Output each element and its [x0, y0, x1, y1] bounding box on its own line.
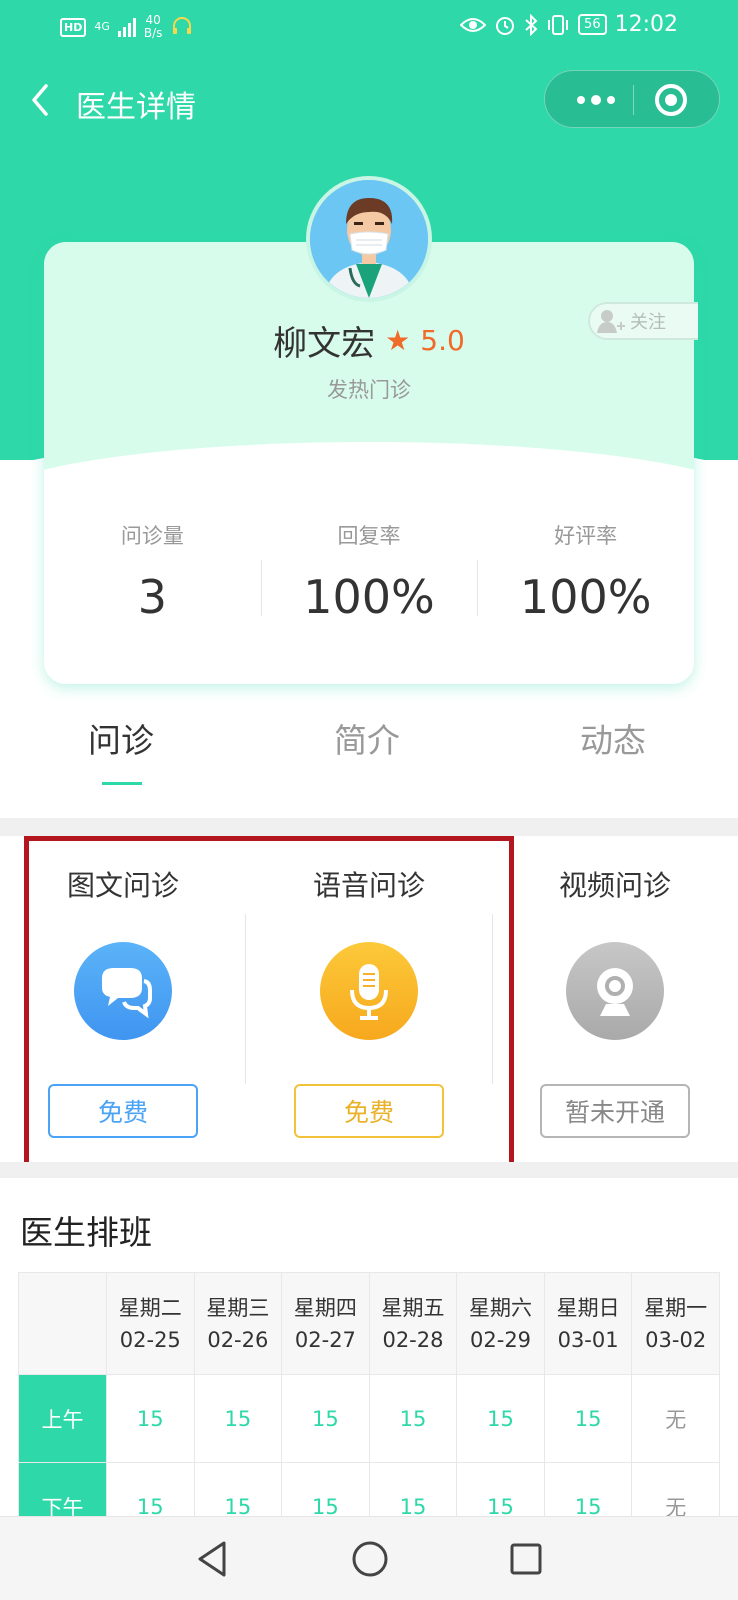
- consult-video[interactable]: 视频问诊 暂未开通: [492, 834, 738, 1164]
- stat-value: 3: [137, 570, 167, 624]
- tab-consultation[interactable]: 问诊: [88, 714, 154, 762]
- video-consult-status-button[interactable]: 暂未开通: [540, 1084, 690, 1138]
- doctor-name: 柳文宏: [273, 324, 376, 364]
- headset-icon: [173, 17, 192, 34]
- network-type: 4G: [94, 20, 110, 33]
- stat-label: 好评率: [554, 524, 618, 548]
- date: 02-29: [470, 1327, 532, 1352]
- page-title: 医生详情: [76, 90, 196, 125]
- weekday: 星期六: [469, 1295, 533, 1320]
- slot-cell[interactable]: 15: [281, 1374, 370, 1463]
- webcam-icon: [566, 942, 664, 1040]
- bluetooth-icon: [525, 13, 538, 36]
- date: 03-01: [557, 1327, 619, 1352]
- stat-value: 100%: [303, 570, 435, 624]
- stat-label: 问诊量: [120, 524, 184, 548]
- date: 02-26: [207, 1327, 269, 1352]
- doctor-rating: 5.0: [420, 324, 465, 357]
- day-header: 星期四 02-27: [281, 1272, 370, 1375]
- consult-title: 视频问诊: [558, 869, 671, 902]
- doctor-name-row: 柳文宏 ★ 5.0: [0, 316, 738, 365]
- battery-icon: 56: [578, 14, 607, 35]
- nav-bar: 医生详情: [0, 70, 738, 130]
- date: 02-25: [119, 1327, 181, 1352]
- slot-cell[interactable]: 15: [456, 1374, 545, 1463]
- close-program-button[interactable]: [655, 84, 687, 116]
- slot-cell[interactable]: 15: [543, 1374, 633, 1463]
- slot-cell[interactable]: 15: [106, 1374, 195, 1463]
- schedule-header-row: 星期二 02-25 星期三 02-26 星期四 02-27 星期五 02-28 星期六 0…: [18, 1272, 720, 1375]
- tab-active-indicator: [102, 782, 142, 785]
- chevron-left-icon: [32, 84, 48, 116]
- tab-intro[interactable]: 简介: [334, 714, 400, 762]
- schedule-corner: [18, 1272, 107, 1375]
- vibrate-icon: [548, 14, 569, 35]
- eye-icon: [460, 17, 487, 32]
- day-header: 星期三 02-26: [193, 1272, 283, 1375]
- alarm-icon: [496, 16, 515, 35]
- stat-consultations: 问诊量 3: [44, 520, 261, 630]
- date: 02-27: [294, 1327, 356, 1352]
- doctor-avatar: [306, 176, 432, 302]
- weekday: 星期一: [644, 1295, 708, 1320]
- system-navigation-bar: [0, 1516, 738, 1600]
- weekday: 星期三: [206, 1295, 270, 1320]
- status-bar: HD 4G 40 B/s 56 12:02: [0, 0, 738, 56]
- capsule-divider: [633, 85, 634, 115]
- section-divider: [0, 1162, 738, 1178]
- status-left: HD 4G 40 B/s: [60, 14, 194, 40]
- highlight-box: [24, 836, 514, 1168]
- day-header: 星期日 03-01: [543, 1272, 633, 1375]
- doctor-department: 发热门诊: [327, 378, 411, 402]
- row-label: 上午: [18, 1374, 107, 1463]
- day-header: 星期二 02-25: [106, 1272, 195, 1375]
- stat-value: 100%: [519, 570, 652, 624]
- weekday: 星期四: [293, 1295, 357, 1320]
- schedule-table: 星期二 02-25 星期三 02-26 星期四 02-27 星期五 02-28 星期六 0…: [18, 1272, 720, 1551]
- day-header: 星期一 03-02: [631, 1272, 720, 1375]
- tab-activity[interactable]: 动态: [580, 714, 646, 762]
- home-circle-icon[interactable]: [350, 1539, 390, 1579]
- back-button[interactable]: [22, 80, 62, 120]
- tab-bar: 问诊 简介 动态: [0, 706, 738, 796]
- network-speed: 40 B/s: [144, 14, 163, 40]
- stat-label: 回复率: [337, 524, 401, 548]
- stats-row: 问诊量 3 回复率 100% 好评率 100%: [44, 520, 694, 630]
- slot-cell[interactable]: 15: [193, 1374, 283, 1463]
- more-button[interactable]: [563, 71, 629, 129]
- day-header: 星期六 02-29: [456, 1272, 545, 1375]
- doctor-illustration: [310, 180, 428, 298]
- stat-reply-rate: 回复率 100%: [260, 520, 478, 630]
- clock: 12:02: [614, 12, 678, 37]
- speed-unit: B/s: [143, 26, 163, 40]
- date: 02-28: [382, 1327, 444, 1352]
- weekday: 星期日: [556, 1295, 620, 1320]
- weekday: 星期五: [381, 1295, 445, 1320]
- recents-square-icon[interactable]: [508, 1539, 544, 1579]
- day-header: 星期五 02-28: [368, 1272, 458, 1375]
- schedule-title: 医生排班: [20, 1213, 152, 1252]
- mini-program-capsule: [544, 70, 720, 128]
- hd-badge: HD: [60, 17, 87, 37]
- speed-value: 40: [145, 13, 161, 27]
- schedule-row-morning: 上午 15 15 15 15 15 15 无: [18, 1374, 720, 1463]
- star-icon: ★: [385, 324, 411, 357]
- signal-icon: [117, 17, 136, 37]
- stat-positive-rate: 好评率 100%: [477, 520, 694, 630]
- slot-cell[interactable]: 15: [368, 1374, 458, 1463]
- back-triangle-icon[interactable]: [194, 1539, 230, 1579]
- status-right: 56 12:02: [460, 12, 678, 37]
- date: 03-02: [645, 1327, 707, 1352]
- weekday: 星期二: [118, 1295, 182, 1320]
- slot-cell: 无: [631, 1374, 720, 1463]
